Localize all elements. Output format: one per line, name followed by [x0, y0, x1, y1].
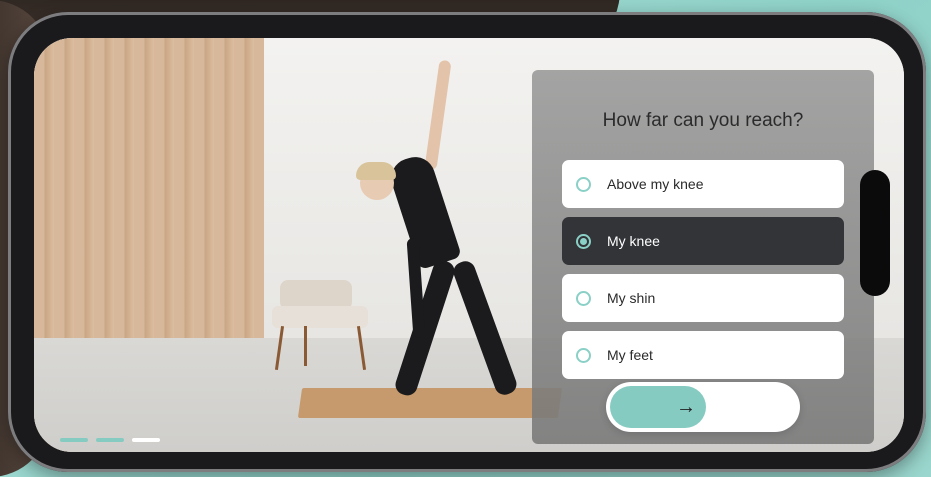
option-above-my-knee[interactable]: Above my knee	[562, 160, 844, 208]
radio-icon	[576, 176, 591, 192]
next-button-container: →	[606, 382, 800, 432]
progress-step-3	[132, 438, 160, 442]
progress-step-2	[96, 438, 124, 442]
radio-icon	[576, 233, 591, 249]
progress-step-1	[60, 438, 88, 442]
option-label: My shin	[607, 290, 656, 306]
next-button[interactable]: →	[610, 386, 706, 428]
chair-seat	[272, 306, 368, 328]
arrow-right-icon: →	[676, 395, 696, 418]
radio-icon	[576, 347, 591, 363]
option-my-knee[interactable]: My knee	[562, 217, 844, 265]
option-my-feet[interactable]: My feet	[562, 331, 844, 379]
dynamic-island	[860, 170, 890, 296]
option-label: My knee	[607, 233, 660, 249]
yoga-mat	[297, 388, 563, 418]
radio-icon	[576, 290, 591, 306]
quiz-panel: How far can you reach? Above my knee My …	[532, 70, 874, 444]
option-label: My feet	[607, 347, 653, 363]
quiz-question: How far can you reach?	[602, 110, 804, 131]
option-label: Above my knee	[607, 176, 704, 192]
phone-screen: How far can you reach? Above my knee My …	[34, 38, 904, 452]
option-my-shin[interactable]: My shin	[562, 274, 844, 322]
instructor-hair	[356, 162, 396, 180]
phone-frame: How far can you reach? Above my knee My …	[8, 12, 926, 472]
chair-leg	[304, 326, 307, 366]
step-progress	[60, 438, 160, 442]
